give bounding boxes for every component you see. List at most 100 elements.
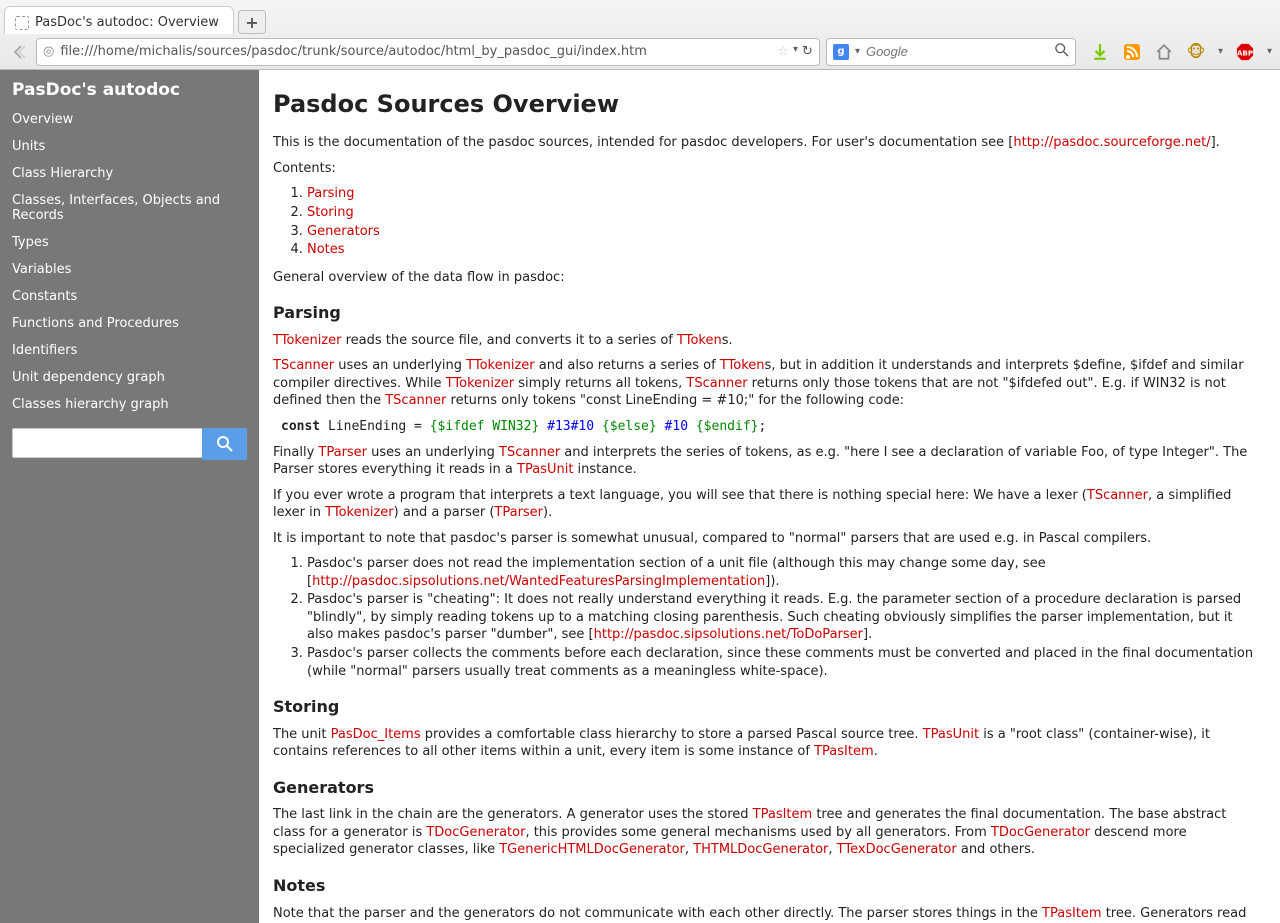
link-tscanner[interactable]: TScanner bbox=[273, 358, 334, 373]
url-dropdown-icon[interactable]: ▾ bbox=[793, 44, 798, 59]
link-ttokenizer[interactable]: TTokenizer bbox=[446, 376, 514, 391]
link-tscanner[interactable]: TScanner bbox=[686, 376, 747, 391]
link-ttoken[interactable]: TToken bbox=[720, 358, 765, 373]
search-icon bbox=[217, 436, 233, 452]
url-bar[interactable]: ◎ file:///home/michalis/sources/pasdoc/t… bbox=[36, 38, 820, 66]
sidebar-item-overview[interactable]: Overview bbox=[0, 106, 259, 133]
svg-text:ABP: ABP bbox=[1237, 48, 1253, 57]
downloads-icon[interactable] bbox=[1090, 42, 1110, 62]
adblock-icon[interactable]: ABP bbox=[1235, 42, 1255, 62]
sidebar-search-input[interactable] bbox=[12, 428, 202, 458]
link-tscanner[interactable]: TScanner bbox=[499, 445, 560, 460]
url-text: file:///home/michalis/sources/pasdoc/tru… bbox=[60, 44, 771, 59]
contents-link-parsing[interactable]: Parsing bbox=[307, 186, 354, 201]
link-ttokenizer[interactable]: TTokenizer bbox=[325, 505, 393, 520]
list-item: Pasdoc's parser is "cheating": It does n… bbox=[307, 591, 1262, 644]
link-tpasitem[interactable]: TPasItem bbox=[753, 807, 813, 822]
parsing-p4: If you ever wrote a program that interpr… bbox=[273, 487, 1262, 522]
link-wanted-features[interactable]: http://pasdoc.sipsolutions.net/WantedFea… bbox=[312, 574, 765, 589]
reload-icon[interactable]: ↻ bbox=[802, 44, 813, 59]
link-tpasitem[interactable]: TPasItem bbox=[1042, 906, 1102, 921]
link-ttokenizer[interactable]: TTokenizer bbox=[273, 333, 341, 348]
back-button[interactable] bbox=[8, 41, 30, 63]
sidebar-item-functions[interactable]: Functions and Procedures bbox=[0, 310, 259, 337]
tab-strip: PasDoc's autodoc: Overview + bbox=[0, 0, 1280, 34]
link-thtmldocgen[interactable]: THTMLDocGenerator bbox=[693, 842, 828, 857]
sidebar-item-types[interactable]: Types bbox=[0, 229, 259, 256]
parsing-notes-list: Pasdoc's parser does not read the implem… bbox=[307, 555, 1262, 680]
link-tgenerichtmldocgen[interactable]: TGenericHTMLDocGenerator bbox=[499, 842, 685, 857]
intro-paragraph: This is the documentation of the pasdoc … bbox=[273, 134, 1262, 152]
chevron-left-icon bbox=[11, 44, 27, 60]
browser-toolbar: ◎ file:///home/michalis/sources/pasdoc/t… bbox=[0, 34, 1280, 70]
content: Pasdoc Sources Overview This is the docu… bbox=[259, 70, 1280, 923]
parsing-p3: Finally TParser uses an underlying TScan… bbox=[273, 444, 1262, 479]
notes-p1: Note that the parser and the generators … bbox=[273, 905, 1262, 923]
search-engine-dropdown-icon[interactable]: ▾ bbox=[855, 46, 860, 57]
favicon-icon bbox=[15, 16, 29, 30]
search-engine-icon[interactable]: g bbox=[833, 44, 849, 60]
link-tdocgenerator[interactable]: TDocGenerator bbox=[991, 825, 1090, 840]
search-submit-icon[interactable] bbox=[1055, 43, 1069, 61]
list-item: Pasdoc's parser does not read the implem… bbox=[307, 555, 1262, 590]
link-tscanner[interactable]: TScanner bbox=[1087, 488, 1148, 503]
adblock-dropdown-icon[interactable]: ▾ bbox=[1267, 46, 1272, 57]
browser-chrome: PasDoc's autodoc: Overview + ◎ file:///h… bbox=[0, 0, 1280, 70]
contents-label: Contents: bbox=[273, 160, 1262, 178]
link-pasdoc-site[interactable]: http://pasdoc.sourceforge.net/ bbox=[1013, 135, 1210, 150]
sidebar-item-constants[interactable]: Constants bbox=[0, 283, 259, 310]
sidebar: PasDoc's autodoc Overview Units Class Hi… bbox=[0, 70, 259, 923]
link-tpasunit[interactable]: TPasUnit bbox=[923, 727, 979, 742]
globe-icon: ◎ bbox=[43, 44, 54, 59]
sidebar-item-variables[interactable]: Variables bbox=[0, 256, 259, 283]
sidebar-nav: Overview Units Class Hierarchy Classes, … bbox=[0, 106, 259, 418]
generators-p1: The last link in the chain are the gener… bbox=[273, 806, 1262, 859]
new-tab-button[interactable]: + bbox=[238, 10, 266, 34]
sidebar-item-classes[interactable]: Classes, Interfaces, Objects and Records bbox=[0, 187, 259, 229]
contents-link-storing[interactable]: Storing bbox=[307, 205, 354, 220]
link-tscanner[interactable]: TScanner bbox=[385, 393, 446, 408]
code-sample: const LineEnding = {$ifdef WIN32} #13#10… bbox=[281, 418, 1262, 436]
toolbar-addon-icons: 🐵 ▾ ABP ▾ bbox=[1082, 42, 1272, 62]
sidebar-item-identifiers[interactable]: Identifiers bbox=[0, 337, 259, 364]
link-pasdoc-items[interactable]: PasDoc_Items bbox=[331, 727, 421, 742]
link-ttoken[interactable]: TToken bbox=[677, 333, 722, 348]
link-tparser[interactable]: TParser bbox=[318, 445, 367, 460]
feed-icon[interactable] bbox=[1122, 42, 1142, 62]
sidebar-item-class-hierarchy[interactable]: Class Hierarchy bbox=[0, 160, 259, 187]
greasemonkey-icon[interactable]: 🐵 bbox=[1186, 42, 1206, 62]
sidebar-item-unit-dep-graph[interactable]: Unit dependency graph bbox=[0, 364, 259, 391]
contents-list: Parsing Storing Generators Notes bbox=[307, 185, 1262, 258]
link-ttokenizer[interactable]: TTokenizer bbox=[466, 358, 534, 373]
link-tparser[interactable]: TParser bbox=[494, 505, 543, 520]
heading-generators: Generators bbox=[273, 777, 1262, 799]
sidebar-title: PasDoc's autodoc bbox=[0, 70, 259, 106]
browser-search-bar[interactable]: g ▾ bbox=[826, 38, 1076, 66]
browser-tab[interactable]: PasDoc's autodoc: Overview bbox=[4, 6, 234, 34]
star-icon[interactable]: ☆ bbox=[777, 44, 789, 59]
sidebar-search-button[interactable] bbox=[202, 428, 247, 460]
contents-link-notes[interactable]: Notes bbox=[307, 242, 345, 257]
parsing-p5: It is important to note that pasdoc's pa… bbox=[273, 530, 1262, 548]
general-overview: General overview of the data flow in pas… bbox=[273, 269, 1262, 287]
greasemonkey-dropdown-icon[interactable]: ▾ bbox=[1218, 46, 1223, 57]
heading-parsing: Parsing bbox=[273, 302, 1262, 324]
tab-title: PasDoc's autodoc: Overview bbox=[35, 15, 219, 30]
browser-search-input[interactable] bbox=[866, 44, 1049, 59]
link-ttexdocgen[interactable]: TTexDocGenerator bbox=[837, 842, 957, 857]
sidebar-item-units[interactable]: Units bbox=[0, 133, 259, 160]
link-todo-parser[interactable]: http://pasdoc.sipsolutions.net/ToDoParse… bbox=[594, 627, 863, 642]
link-tdocgenerator[interactable]: TDocGenerator bbox=[426, 825, 525, 840]
page-title: Pasdoc Sources Overview bbox=[273, 88, 1262, 120]
heading-storing: Storing bbox=[273, 696, 1262, 718]
heading-notes: Notes bbox=[273, 875, 1262, 897]
contents-link-generators[interactable]: Generators bbox=[307, 224, 380, 239]
link-tpasitem[interactable]: TPasItem bbox=[814, 744, 874, 759]
page-body: PasDoc's autodoc Overview Units Class Hi… bbox=[0, 70, 1280, 923]
home-icon[interactable] bbox=[1154, 42, 1174, 62]
sidebar-item-classes-hier-graph[interactable]: Classes hierarchy graph bbox=[0, 391, 259, 418]
storing-p1: The unit PasDoc_Items provides a comfort… bbox=[273, 726, 1262, 761]
list-item: Pasdoc's parser collects the comments be… bbox=[307, 645, 1262, 680]
parsing-p1: TTokenizer reads the source file, and co… bbox=[273, 332, 1262, 350]
link-tpasunit[interactable]: TPasUnit bbox=[517, 462, 573, 477]
